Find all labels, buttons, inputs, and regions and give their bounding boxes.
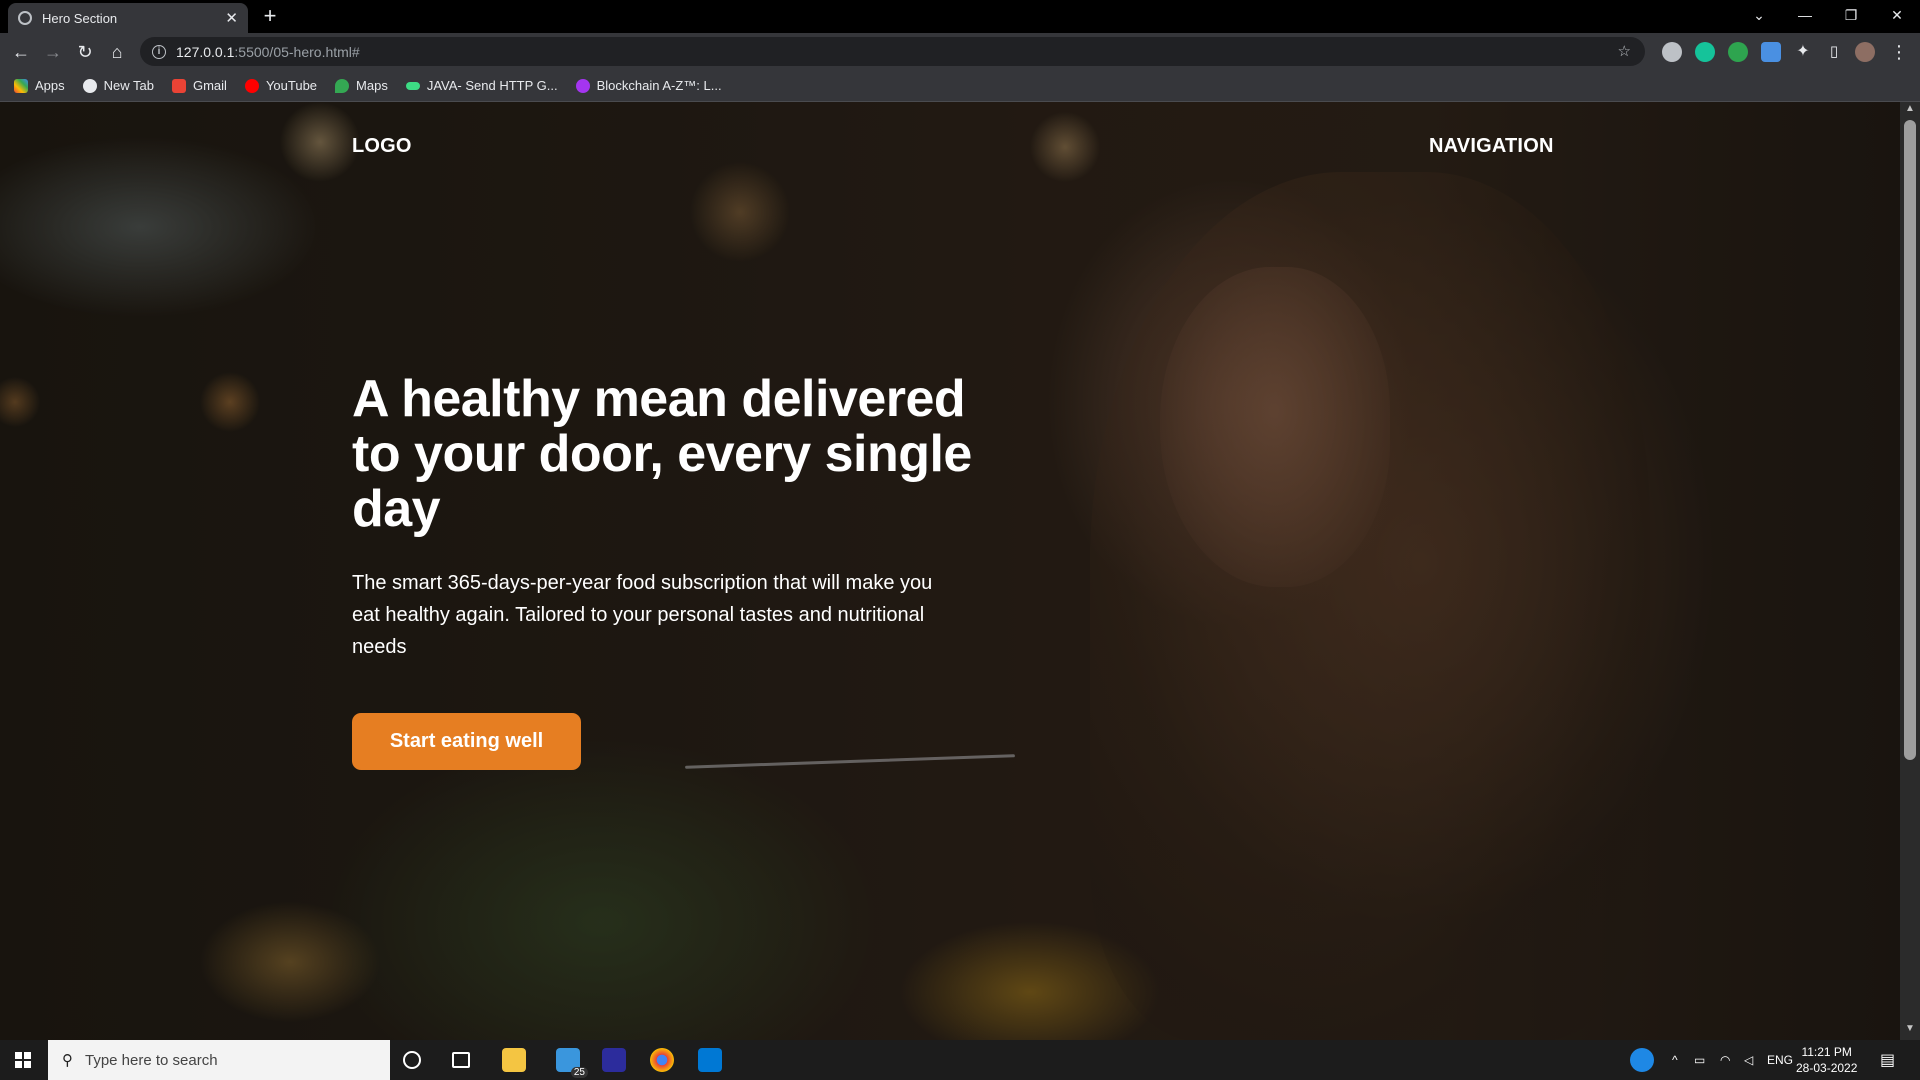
- help-icon[interactable]: [1630, 1048, 1654, 1072]
- grammarly-icon[interactable]: [1695, 42, 1715, 62]
- extension-icon[interactable]: [1728, 42, 1748, 62]
- bookmark-maps[interactable]: Maps: [335, 78, 388, 93]
- bookmark-label: Blockchain A-Z™: L...: [596, 78, 722, 93]
- date-text: 28-03-2022: [1796, 1061, 1858, 1075]
- browser-toolbar: ← → ↻ ⌂ i 127.0.0.1:5500/05-hero.html# ☆…: [0, 33, 1920, 70]
- bookmark-label: Maps: [356, 78, 388, 93]
- bookmark-label: New Tab: [103, 78, 154, 93]
- page-scrollbar[interactable]: ▲ ▼: [1900, 102, 1920, 1040]
- bookmark-blockchain[interactable]: Blockchain A-Z™: L...: [575, 78, 722, 93]
- scroll-up-icon[interactable]: ▲: [1900, 103, 1920, 119]
- taskbar: ⚲ Type here to search 25 ^ ▭ ◠ ◁ ENG 11:…: [0, 1040, 1920, 1080]
- show-hidden-icons[interactable]: ^: [1672, 1040, 1678, 1080]
- url-path: :5500/05-hero.html#: [234, 43, 360, 60]
- url-host: 127.0.0.1: [176, 43, 235, 60]
- time-text: 11:21 PM: [1801, 1045, 1852, 1059]
- home-icon[interactable]: ⌂: [104, 39, 130, 65]
- bookmark-youtube[interactable]: YouTube: [244, 78, 318, 93]
- taskbar-search[interactable]: ⚲ Type here to search: [48, 1040, 390, 1080]
- clock[interactable]: 11:21 PM 28-03-2022: [1796, 1044, 1857, 1076]
- task-view-icon[interactable]: [452, 1052, 470, 1068]
- minimize-button[interactable]: —: [1782, 0, 1828, 30]
- badge-count: 25: [570, 1067, 588, 1078]
- cortana-icon[interactable]: [403, 1051, 421, 1069]
- tab-hero-section[interactable]: Hero Section ✕: [8, 3, 248, 33]
- link-icon: [405, 81, 420, 90]
- side-panel-icon[interactable]: ▯: [1821, 39, 1847, 65]
- forward-arrow-icon[interactable]: →: [40, 39, 66, 65]
- bookmark-label: YouTube: [265, 78, 318, 93]
- apps-grid-icon: [14, 78, 28, 93]
- wifi-icon[interactable]: ◠: [1720, 1040, 1730, 1080]
- bookmark-label: Gmail: [192, 78, 227, 93]
- battery-icon[interactable]: ▭: [1694, 1040, 1705, 1080]
- reload-icon[interactable]: ↻: [72, 39, 98, 65]
- menu-kebab-icon[interactable]: ⋮: [1886, 39, 1912, 65]
- address-bar[interactable]: i 127.0.0.1:5500/05-hero.html# ☆: [140, 37, 1645, 66]
- back-arrow-icon[interactable]: ←: [8, 39, 34, 65]
- scroll-down-icon[interactable]: ▼: [1900, 1023, 1920, 1039]
- bookmark-label: Apps: [35, 78, 65, 93]
- tab-title: Hero Section: [42, 10, 118, 26]
- tab-strip: Hero Section ✕ + ⌄ — ❐ ✕: [0, 0, 1920, 33]
- gmail-icon: [171, 78, 186, 93]
- volume-icon[interactable]: ◁: [1744, 1040, 1753, 1080]
- scrollbar-thumb[interactable]: [1904, 120, 1916, 760]
- start-eating-well-button[interactable]: Start eating well: [352, 713, 581, 770]
- search-placeholder: Type here to search: [85, 1051, 218, 1069]
- bookmark-star-icon[interactable]: ☆: [1618, 42, 1631, 60]
- hero-description: The smart 365-days-per-year food subscri…: [352, 572, 933, 658]
- avatar[interactable]: [1855, 42, 1875, 62]
- site-info-icon[interactable]: i: [152, 44, 166, 59]
- bookmark-gmail[interactable]: Gmail: [171, 78, 227, 93]
- close-window-button[interactable]: ✕: [1874, 0, 1920, 30]
- intellij-icon[interactable]: [602, 1048, 626, 1072]
- bookmark-new-tab[interactable]: New Tab: [82, 78, 154, 93]
- extension-icon[interactable]: [1761, 42, 1781, 62]
- language-indicator[interactable]: ENG: [1767, 1040, 1793, 1080]
- bookmark-label: JAVA- Send HTTP G...: [426, 78, 558, 93]
- hero-background-image: LOGO NAVIGATION A healthy mean delivered…: [0, 102, 1900, 1040]
- restore-button[interactable]: ❐: [1828, 0, 1874, 30]
- vscode-icon[interactable]: [698, 1048, 722, 1072]
- tab-search-icon[interactable]: ⌄: [1736, 0, 1782, 30]
- bookmarks-bar: Apps New Tab Gmail YouTube Maps JAVA- Se…: [0, 70, 1920, 102]
- maps-icon: [335, 78, 350, 93]
- new-tab-button[interactable]: +: [258, 4, 282, 28]
- bookmark-apps[interactable]: Apps: [14, 78, 65, 93]
- extension-icon[interactable]: [1662, 42, 1682, 62]
- hero-section: LOGO NAVIGATION A healthy mean delivered…: [0, 102, 1900, 1040]
- windows-logo-icon: [15, 1052, 31, 1068]
- globe-icon: [18, 11, 32, 25]
- start-button[interactable]: [0, 1040, 46, 1080]
- navigation[interactable]: NAVIGATION: [1429, 135, 1554, 158]
- hero-headline: A healthy mean delivered to your door, e…: [352, 370, 972, 538]
- file-explorer-icon[interactable]: [502, 1048, 526, 1072]
- search-icon: ⚲: [62, 1052, 73, 1069]
- globe-icon: [82, 78, 97, 93]
- bookmark-java[interactable]: JAVA- Send HTTP G...: [405, 78, 558, 93]
- youtube-icon: [244, 78, 259, 93]
- puzzle-extensions-icon[interactable]: ✦: [1790, 39, 1816, 65]
- udemy-icon: [575, 78, 590, 93]
- chrome-icon[interactable]: [650, 1048, 674, 1072]
- mail-icon[interactable]: 25: [556, 1048, 588, 1078]
- close-tab-icon[interactable]: ✕: [225, 9, 238, 27]
- notifications-icon[interactable]: ▤: [1880, 1040, 1895, 1080]
- logo[interactable]: LOGO: [352, 135, 412, 158]
